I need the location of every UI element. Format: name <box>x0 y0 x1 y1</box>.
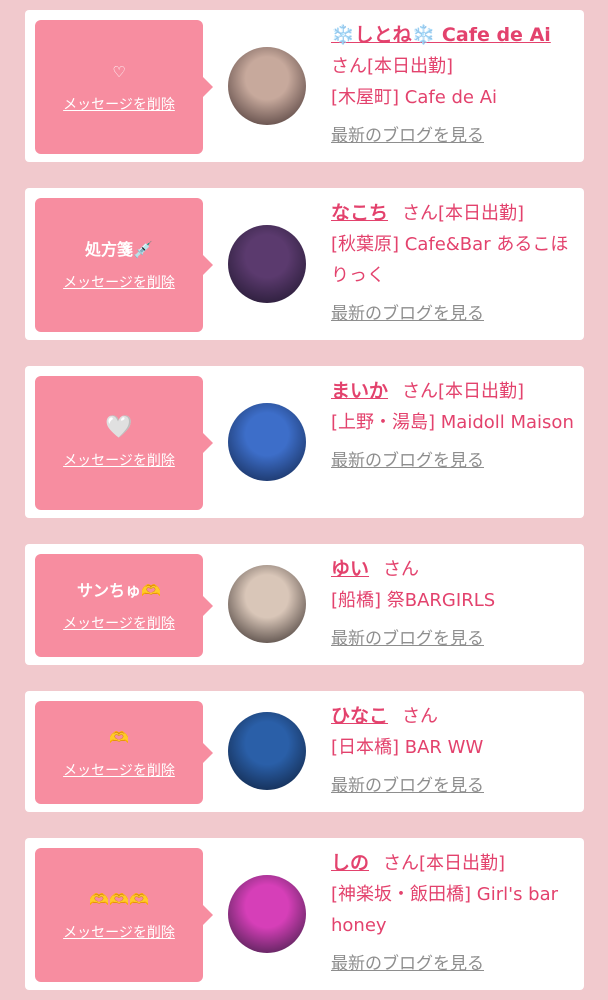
message-text: 🫶🫶🫶 <box>89 890 149 909</box>
cast-name-link[interactable]: なこち <box>331 202 388 224</box>
latest-blog-link[interactable]: 最新のブログを見る <box>331 446 576 471</box>
shop-name: [上野・湯島] Maidoll Maison <box>331 412 574 433</box>
status-badge: [本日出勤] <box>367 56 454 77</box>
favorite-cast-list: ♡ メッセージを削除 ❄️しとね❄️ Cafe de Ai さん[本日出勤] [… <box>0 0 608 1000</box>
status-badge: [本日出勤] <box>438 203 525 224</box>
cast-info: ゆい さん [船橋] 祭BARGIRLS 最新のブログを見る <box>331 554 576 649</box>
cast-card: 🫶 メッセージを削除 ひなこ さん [日本橋] BAR WW 最新のブログを見る <box>25 691 584 812</box>
cast-card: 🤍 メッセージを削除 まいか さん[本日出勤] [上野・湯島] Maidoll M… <box>25 366 584 518</box>
message-text: 🫶 <box>109 727 129 747</box>
status-badge: [本日出勤] <box>419 853 506 874</box>
delete-message-link[interactable]: メッセージを削除 <box>63 272 175 292</box>
cast-name-link[interactable]: しの <box>331 852 369 874</box>
message-bubble: 🫶🫶🫶 メッセージを削除 <box>35 848 213 982</box>
avatar[interactable] <box>228 565 306 643</box>
message-bubble: ♡ メッセージを削除 <box>35 20 213 154</box>
honorific: さん <box>402 381 439 402</box>
cast-info: ひなこ さん [日本橋] BAR WW 最新のブログを見る <box>331 701 576 796</box>
honorific: さん <box>402 706 439 727</box>
cast-info: しの さん[本日出勤] [神楽坂・飯田橋] Girl's bar honey 最新… <box>331 848 576 974</box>
avatar[interactable] <box>228 225 306 303</box>
cast-info: なこち さん[本日出勤] [秋葉原] Cafe&Bar あるこほりっく 最新のブロ… <box>331 198 576 324</box>
message-bubble: サンちゅ🫶 メッセージを削除 <box>35 554 213 657</box>
shop-name: [木屋町] Cafe de Ai <box>331 87 498 108</box>
avatar[interactable] <box>228 403 306 481</box>
cast-card: ♡ メッセージを削除 ❄️しとね❄️ Cafe de Ai さん[本日出勤] [… <box>25 10 584 162</box>
cast-info: ❄️しとね❄️ Cafe de Ai さん[本日出勤] [木屋町] Cafe d… <box>331 20 576 146</box>
latest-blog-link[interactable]: 最新のブログを見る <box>331 624 576 649</box>
message-text: ♡ <box>112 63 126 81</box>
honorific: さん <box>331 56 367 77</box>
avatar[interactable] <box>228 712 306 790</box>
cast-name-link[interactable]: ひなこ <box>331 705 388 727</box>
cast-name-link[interactable]: ❄️しとね❄️ Cafe de Ai <box>331 24 551 46</box>
delete-message-link[interactable]: メッセージを削除 <box>63 922 175 942</box>
delete-message-link[interactable]: メッセージを削除 <box>63 760 175 780</box>
honorific: さん <box>383 559 420 580</box>
cast-card: 処方箋💉 メッセージを削除 なこち さん[本日出勤] [秋葉原] Cafe&Bar… <box>25 188 584 340</box>
shop-name: [船橋] 祭BARGIRLS <box>331 590 496 611</box>
delete-message-link[interactable]: メッセージを削除 <box>63 613 175 633</box>
shop-name: [神楽坂・飯田橋] Girl's bar honey <box>331 884 559 936</box>
cast-info: まいか さん[本日出勤] [上野・湯島] Maidoll Maison 最新のブロ… <box>331 376 576 471</box>
shop-name: [秋葉原] Cafe&Bar あるこほりっく <box>331 234 569 286</box>
honorific: さん <box>402 203 439 224</box>
latest-blog-link[interactable]: 最新のブログを見る <box>331 949 576 974</box>
message-text: サンちゅ🫶 <box>77 580 161 600</box>
message-bubble: 処方箋💉 メッセージを削除 <box>35 198 213 332</box>
shop-name: [日本橋] BAR WW <box>331 737 484 758</box>
latest-blog-link[interactable]: 最新のブログを見る <box>331 771 576 796</box>
cast-name-link[interactable]: まいか <box>331 380 388 402</box>
message-text: 処方箋💉 <box>85 240 153 259</box>
delete-message-link[interactable]: メッセージを削除 <box>63 450 175 470</box>
avatar[interactable] <box>228 47 306 125</box>
delete-message-link[interactable]: メッセージを削除 <box>63 94 175 114</box>
latest-blog-link[interactable]: 最新のブログを見る <box>331 121 576 146</box>
cast-name-link[interactable]: ゆい <box>331 558 369 580</box>
honorific: さん <box>383 853 420 874</box>
cast-card: サンちゅ🫶 メッセージを削除 ゆい さん [船橋] 祭BARGIRLS 最新のブロ… <box>25 544 584 665</box>
status-badge: [本日出勤] <box>438 381 525 402</box>
avatar[interactable] <box>228 875 306 953</box>
cast-card: 🫶🫶🫶 メッセージを削除 しの さん[本日出勤] [神楽坂・飯田橋] Girl's… <box>25 838 584 990</box>
message-bubble: 🫶 メッセージを削除 <box>35 701 213 804</box>
message-text: 🤍 <box>105 415 133 440</box>
message-bubble: 🤍 メッセージを削除 <box>35 376 213 510</box>
latest-blog-link[interactable]: 最新のブログを見る <box>331 299 576 324</box>
